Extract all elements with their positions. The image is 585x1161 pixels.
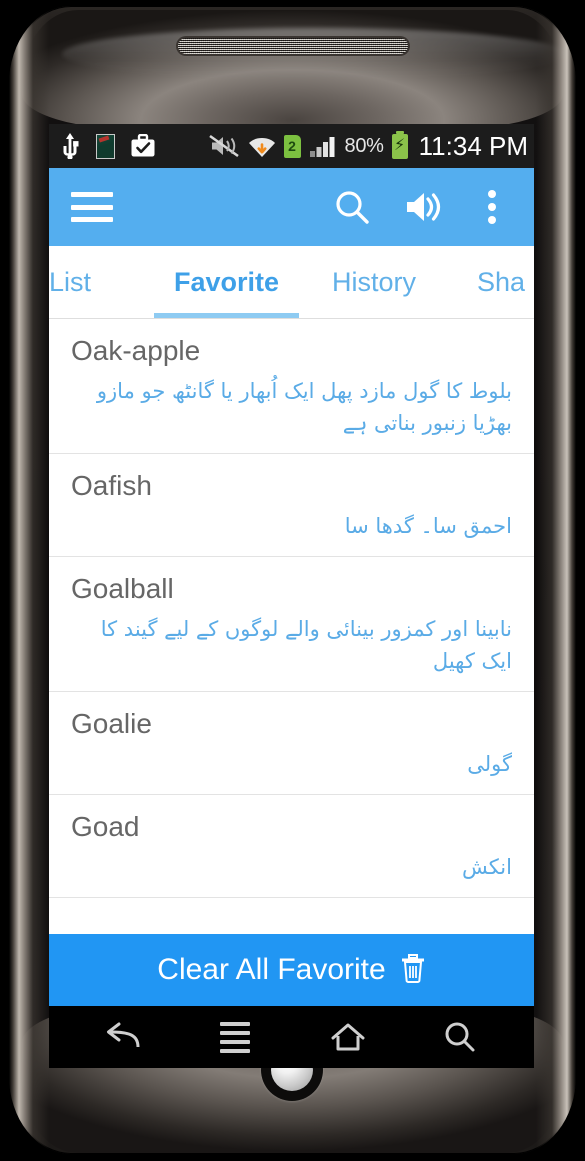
tab-bar: List Favorite History Sha [49, 246, 534, 319]
word-meaning: نابینا اور کمزور بینائی والے لوگوں کے لی… [100, 617, 512, 673]
list-item[interactable]: Oafish احمق سا۔ گدھا سا [49, 454, 534, 557]
list-item[interactable]: Goad انکش [49, 795, 534, 898]
earpiece-speaker-grille [178, 38, 408, 54]
back-arrow-icon[interactable] [95, 1014, 151, 1060]
clear-all-favorite-button[interactable]: Clear All Favorite [49, 934, 534, 1006]
status-bar: 2 80% ⚡ 11:34 PM [49, 124, 534, 168]
phone-device: 2 80% ⚡ 11:34 PM List Favorite History S… [0, 0, 585, 1161]
list-item[interactable]: Goalball نابینا اور کمزور بینائی والے لو… [49, 557, 534, 692]
signal-bars-icon [309, 134, 337, 158]
word-meaning: انکش [461, 855, 512, 879]
word-meaning: گولی [467, 752, 512, 776]
search-icon[interactable] [432, 1014, 488, 1060]
home-icon[interactable] [320, 1014, 376, 1060]
word-title: Goalball [71, 573, 174, 604]
favorite-word-list: Oak-apple بلوط کا گول مازد پھل ایک اُبھا… [49, 319, 534, 898]
mute-vibrate-off-icon [208, 133, 240, 159]
tab-share-label: Sha [477, 266, 526, 297]
device-top-bezel [22, 10, 567, 130]
word-title: Oak-apple [71, 335, 201, 366]
tab-list[interactable]: List [49, 246, 154, 318]
clear-all-favorite-label: Clear All Favorite [157, 953, 386, 986]
briefcase-check-icon [130, 134, 156, 158]
battery-percent-label: 80% [344, 134, 384, 157]
tab-favorite-label: Favorite [173, 266, 280, 297]
tab-favorite[interactable]: Favorite [154, 246, 299, 318]
bezel-gloss [62, 28, 567, 80]
word-title: Goalie [71, 708, 152, 739]
android-navigation-bar [49, 1006, 534, 1068]
usb-icon [59, 133, 81, 159]
status-bar-left-icons [59, 133, 156, 159]
sim-slot-badge: 2 [283, 134, 301, 158]
tab-history-label: History [331, 266, 416, 297]
trash-icon [400, 953, 426, 988]
word-title: Goad [71, 811, 140, 842]
overflow-menu-icon[interactable] [472, 187, 512, 227]
list-item[interactable]: Oak-apple بلوط کا گول مازد پھل ایک اُبھا… [49, 319, 534, 454]
search-icon[interactable] [332, 187, 372, 227]
hamburger-menu-icon[interactable] [71, 192, 113, 222]
screenshot-thumb-icon [96, 133, 115, 159]
app-bar [49, 168, 534, 246]
status-bar-clock: 11:34 PM [418, 130, 528, 161]
phone-screen: 2 80% ⚡ 11:34 PM List Favorite History S… [49, 124, 534, 1006]
wifi-download-icon [248, 134, 276, 158]
word-meaning: احمق سا۔ گدھا سا [344, 514, 512, 538]
battery-charging-icon: ⚡ [391, 130, 408, 159]
status-bar-right-icons: 2 80% ⚡ 11:34 PM [208, 130, 528, 162]
tab-history[interactable]: History [299, 246, 449, 318]
tab-list-label: List [49, 266, 92, 297]
word-title: Oafish [71, 470, 152, 501]
list-item[interactable]: Goalie گولی [49, 692, 534, 795]
volume-speaker-icon[interactable] [402, 187, 442, 227]
tab-share[interactable]: Sha [449, 246, 534, 318]
app-bar-actions [332, 187, 512, 227]
word-meaning: بلوط کا گول مازد پھل ایک اُبھار یا گانٹھ… [96, 379, 512, 435]
menu-lines-icon[interactable] [207, 1014, 263, 1060]
